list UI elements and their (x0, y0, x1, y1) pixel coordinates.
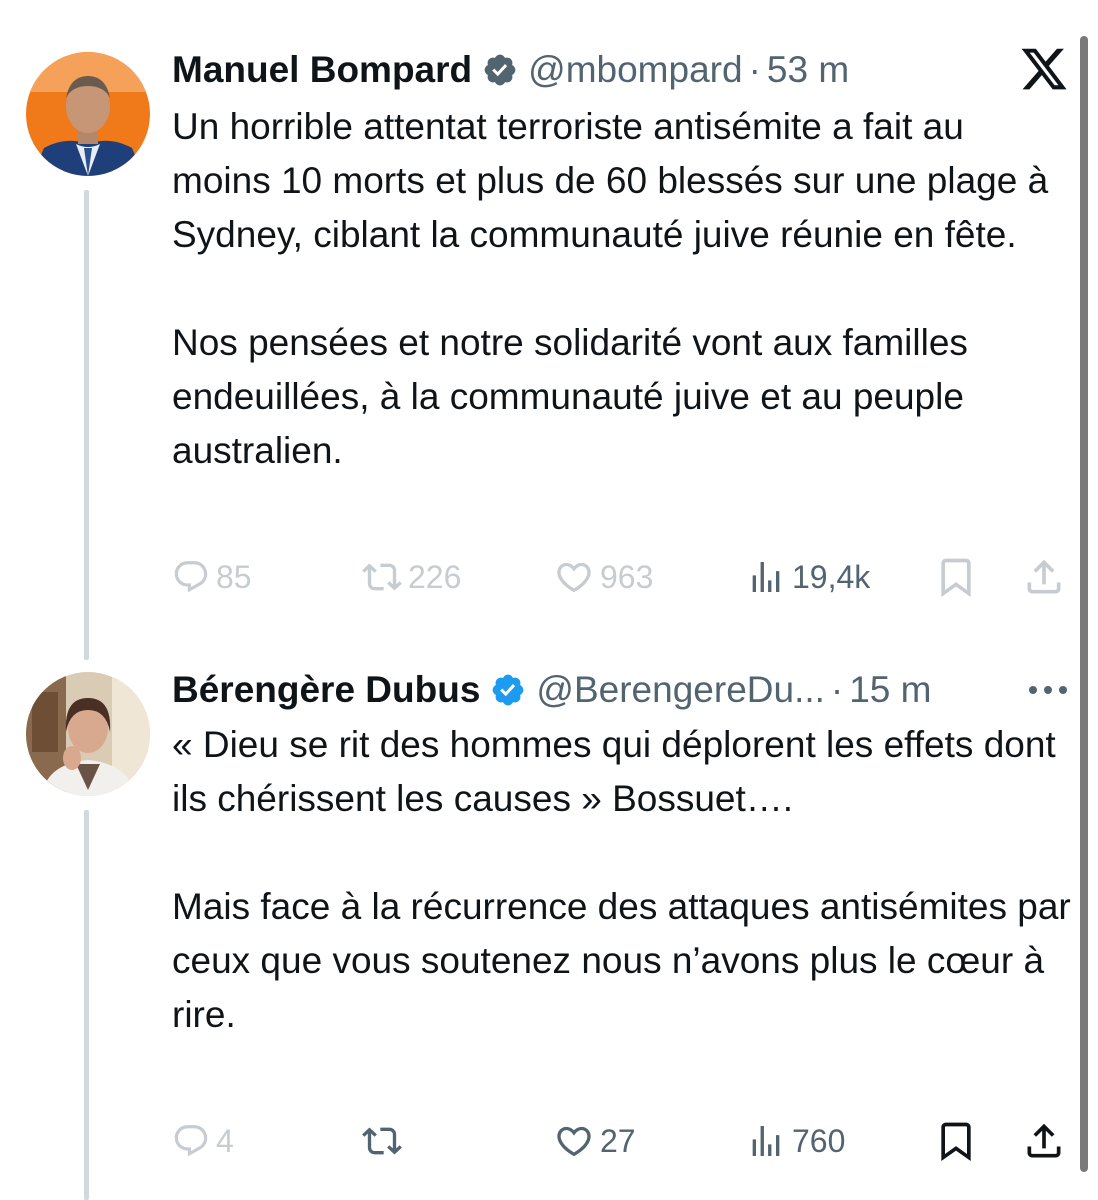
like-button[interactable]: 27 (554, 1116, 636, 1166)
verified-badge-icon (482, 52, 518, 88)
bookmark-button[interactable] (934, 1116, 984, 1166)
avatar[interactable] (26, 672, 150, 796)
reply-icon (172, 1122, 210, 1160)
separator: · (748, 49, 761, 90)
views-chart-icon (746, 557, 786, 597)
timestamp[interactable]: 15 m (849, 668, 931, 712)
author-name[interactable]: Bérengère Dubus (172, 668, 480, 712)
separator: · (830, 669, 844, 710)
tweet-paragraph: « Dieu se rit des hommes qui déplorent l… (172, 724, 1056, 819)
bookmark-button[interactable] (934, 552, 984, 602)
views-count: 19,4k (792, 558, 871, 595)
tweet-header: Bérengère Dubus @BerengereDu... · 15 m (172, 668, 932, 712)
views-chart-icon (746, 1121, 786, 1161)
views-button[interactable]: 760 (746, 1116, 845, 1166)
bookmark-icon (934, 555, 978, 599)
tweet-paragraph: Mais face à la récurrence des attaques a… (172, 886, 1071, 1035)
bookmark-icon (934, 1119, 978, 1163)
like-count: 27 (600, 1122, 636, 1159)
x-logo-icon (1018, 44, 1070, 94)
author-handle[interactable]: @mbompard (528, 48, 742, 92)
share-button[interactable] (1022, 1116, 1072, 1166)
repost-button[interactable] (362, 1116, 408, 1166)
verified-badge-icon (490, 672, 526, 708)
timestamp[interactable]: 53 m (767, 48, 849, 92)
share-icon (1022, 555, 1066, 599)
thread-connector-line (84, 190, 89, 660)
more-options-icon[interactable] (1026, 682, 1070, 698)
tweet-paragraph: Un horrible attentat terroriste antisémi… (172, 106, 1049, 255)
reply-count: 4 (216, 1122, 234, 1159)
scrollbar[interactable] (1080, 36, 1088, 1172)
tweet-text: « Dieu se rit des hommes qui déplorent l… (172, 718, 1072, 1042)
thread-view: Manuel Bompard @mbompard · 53 m Un horri… (0, 0, 1098, 1200)
repost-icon (362, 1121, 402, 1161)
tweet-actions-secondary: 19,4k (172, 552, 1072, 602)
tweet-text: Un horrible attentat terroriste antisémi… (172, 100, 1072, 478)
thread-connector-line (84, 810, 89, 1200)
author-name[interactable]: Manuel Bompard (172, 48, 472, 92)
views-button[interactable]: 19,4k (746, 552, 870, 602)
avatar[interactable] (26, 52, 150, 176)
tweet-actions: 4 27 760 (172, 1116, 1072, 1166)
tweet-paragraph: Nos pensées et notre solidarité vont aux… (172, 322, 968, 471)
views-count: 760 (792, 1122, 846, 1159)
heart-icon (554, 1121, 594, 1161)
share-button[interactable] (1022, 552, 1072, 602)
tweet-header: Manuel Bompard @mbompard · 53 m (172, 48, 849, 92)
reply-button[interactable]: 4 (172, 1116, 234, 1166)
share-icon (1022, 1119, 1066, 1163)
author-handle[interactable]: @BerengereDu... (536, 668, 824, 712)
